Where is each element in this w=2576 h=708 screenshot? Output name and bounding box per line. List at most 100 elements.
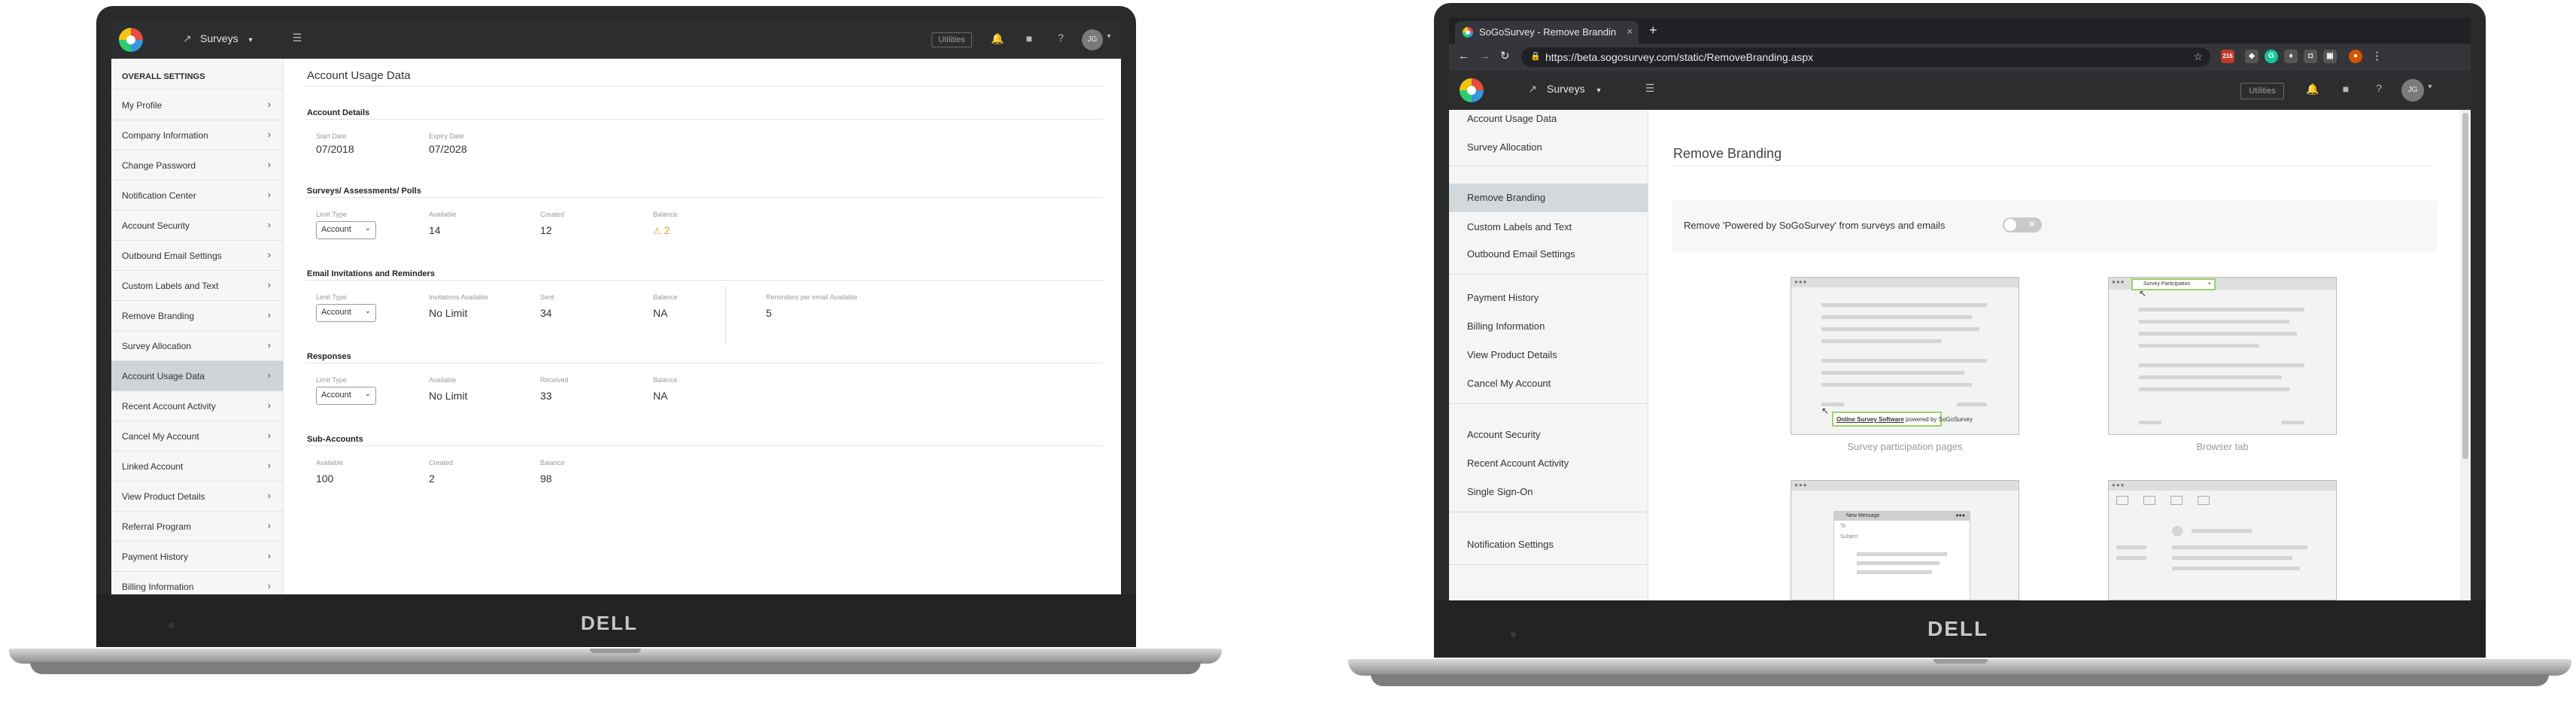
sidebar-item-account-security[interactable]: Account Security › xyxy=(111,211,283,241)
sidebar-item-billing-information[interactable]: Billing Information xyxy=(1467,321,1545,332)
available-value: 100 xyxy=(316,473,334,485)
reload-icon[interactable]: ↻ xyxy=(1500,49,1510,62)
profile-icon[interactable]: ● xyxy=(2349,50,2362,63)
browser-menu-icon[interactable]: ⋮ xyxy=(2371,49,2383,62)
powered-by-link: Online Survey Software xyxy=(1836,416,1904,423)
sidebar-item-company-information[interactable]: Company Information › xyxy=(111,120,283,150)
chevron-down-icon: ⌄ xyxy=(364,224,371,232)
sidebar-item-view-product-details[interactable]: View Product Details › xyxy=(111,482,283,512)
sidebar-heading: OVERALL SETTINGS xyxy=(122,72,205,81)
sidebar-item-outbound-email[interactable]: Outbound Email Settings › xyxy=(111,241,283,271)
preview-tab-title: Survey Participation xyxy=(2143,281,2191,287)
address-bar[interactable]: 🔒 https://beta.sogosurvey.com/static/Rem… xyxy=(1521,47,2210,67)
preview-browser-tab: ●●● Survey Participation × ↖ xyxy=(2108,277,2337,435)
page-scrollbar[interactable] xyxy=(2460,110,2471,600)
sidebar-item-change-password[interactable]: Change Password › xyxy=(111,150,283,181)
limit-type-select[interactable]: Account ⌄ xyxy=(316,221,376,239)
sidebar-item-label: My Profile xyxy=(122,100,163,111)
help-icon[interactable]: ? xyxy=(1053,32,1068,44)
divider xyxy=(111,89,283,90)
preview-titlebar: ●●● xyxy=(1791,278,2019,287)
settings-sidebar: Account Usage Data Survey Allocation Rem… xyxy=(1449,110,1648,600)
sidebar-item-survey-allocation[interactable]: Survey Allocation xyxy=(1467,141,1542,153)
sidebar-item-account-usage-data[interactable]: Account Usage Data xyxy=(1467,113,1557,124)
sidebar-item-account-usage-data[interactable]: Account Usage Data › xyxy=(111,361,283,391)
limit-type-select[interactable]: Account ⌄ xyxy=(316,387,376,405)
chevron-right-icon: › xyxy=(267,520,271,531)
sidebar-item-billing-information[interactable]: Billing Information › xyxy=(111,572,283,594)
close-tab-icon[interactable]: × xyxy=(1627,26,1633,37)
video-icon[interactable]: ■ xyxy=(1022,32,1037,44)
utilities-button[interactable]: Utilities xyxy=(931,32,972,47)
sidebar-item-referral-program[interactable]: Referral Program › xyxy=(111,512,283,542)
sidebar-item-cancel-account[interactable]: Cancel My Account xyxy=(1467,378,1551,389)
sidebar-item-custom-labels[interactable]: Custom Labels and Text xyxy=(1467,221,1572,232)
sidebar-item-linked-account[interactable]: Linked Account › xyxy=(111,451,283,482)
chevron-right-icon: › xyxy=(267,159,271,170)
remove-branding-toggle[interactable]: ✕ xyxy=(2003,217,2042,232)
sidebar-item-payment-history[interactable]: Payment History › xyxy=(111,542,283,572)
list-menu-icon[interactable]: ☰ xyxy=(289,32,305,44)
sidebar-item-account-security[interactable]: Account Security xyxy=(1467,429,1541,440)
browser-tabbar: SoGoSurvey - Remove Brandin × + xyxy=(1449,18,2471,44)
video-icon[interactable]: ■ xyxy=(2338,83,2353,95)
chevron-right-icon: › xyxy=(267,219,271,230)
avatar[interactable]: JG xyxy=(2401,79,2424,102)
preview-line xyxy=(2139,363,2304,367)
sidebar-item-recent-activity[interactable]: Recent Account Activity xyxy=(1467,457,1569,469)
sogosurvey-logo[interactable] xyxy=(1460,78,1484,102)
sidebar-item-view-product-details[interactable]: View Product Details xyxy=(1467,349,1557,360)
limit-type-select[interactable]: Account ⌄ xyxy=(316,304,376,322)
browser-tab[interactable]: SoGoSurvey - Remove Brandin × xyxy=(1455,21,1639,44)
section-divider xyxy=(305,445,1103,446)
avatar-chevron-icon[interactable]: ▾ xyxy=(1103,32,1115,41)
avatar[interactable]: JG xyxy=(1082,29,1103,50)
sogosurvey-logo[interactable] xyxy=(119,28,143,52)
lock-icon: 🔒 xyxy=(1530,52,1541,61)
forward-icon[interactable]: → xyxy=(1479,50,1490,62)
sidebar-item-cancel-account[interactable]: Cancel My Account › xyxy=(111,421,283,451)
product-switcher[interactable]: Surveys ▾ xyxy=(1547,83,1601,95)
extension-icon[interactable]: ▣ xyxy=(2323,50,2337,63)
list-menu-icon[interactable]: ☰ xyxy=(1642,82,1658,95)
product-switcher[interactable]: Surveys ▾ xyxy=(200,32,253,44)
available-value: 14 xyxy=(429,224,441,236)
sidebar-item-notification-center[interactable]: Notification Center › xyxy=(111,181,283,211)
sent-value: 34 xyxy=(540,307,552,319)
avatar-chevron-icon[interactable]: ▾ xyxy=(2424,83,2436,91)
compose-header: New Message ●●● xyxy=(1834,512,1970,521)
sidebar-item-notification-settings[interactable]: Notification Settings xyxy=(1467,539,1554,550)
chevron-right-icon: › xyxy=(267,309,271,321)
help-icon[interactable]: ? xyxy=(2371,82,2386,94)
new-tab-button[interactable]: + xyxy=(1649,23,1657,38)
sidebar-item-recent-activity[interactable]: Recent Account Activity › xyxy=(111,391,283,421)
utilities-button[interactable]: Utilities xyxy=(2240,83,2284,99)
extension-badge-icon[interactable]: 216 xyxy=(2221,50,2234,63)
preview-line xyxy=(2116,545,2146,549)
preview-caption: Browser tab xyxy=(2196,441,2249,452)
sidebar-item-payment-history[interactable]: Payment History xyxy=(1467,292,1539,303)
grammarly-icon[interactable]: G xyxy=(2265,50,2278,63)
camera-extension-icon[interactable]: ◘ xyxy=(2304,50,2317,63)
extension-badge-count: 216 xyxy=(2222,53,2233,59)
sidebar-item-outbound-email[interactable]: Outbound Email Settings xyxy=(1467,248,1575,260)
sidebar-item-survey-allocation[interactable]: Survey Allocation › xyxy=(111,331,283,361)
bell-icon[interactable]: 🔔 xyxy=(990,32,1005,45)
sidebar-item-single-sign-on[interactable]: Single Sign-On xyxy=(1467,486,1533,497)
section-title-sub-accounts: Sub-Accounts xyxy=(307,435,363,444)
scrollbar-thumb[interactable] xyxy=(2462,113,2468,459)
extension-icon[interactable]: ♦ xyxy=(2284,50,2298,63)
title-divider xyxy=(305,86,1103,87)
sidebar-item-custom-labels[interactable]: Custom Labels and Text › xyxy=(111,271,283,301)
back-icon[interactable]: ← xyxy=(1458,50,1469,62)
preview-line xyxy=(1821,327,1979,331)
sidebar-item-label: Payment History xyxy=(122,552,189,562)
sidebar-divider xyxy=(1449,564,1648,565)
sidebar-item-remove-branding[interactable]: Remove Branding › xyxy=(111,301,283,331)
shield-extension-icon[interactable]: ◆ xyxy=(2245,50,2259,63)
sidebar-item-remove-branding[interactable]: Remove Branding xyxy=(1449,184,1648,212)
sidebar-item-my-profile[interactable]: My Profile › xyxy=(111,90,283,120)
toolbar-icon xyxy=(2116,496,2128,505)
bell-icon[interactable]: 🔔 xyxy=(2305,83,2320,96)
star-icon[interactable]: ☆ xyxy=(2193,50,2203,63)
